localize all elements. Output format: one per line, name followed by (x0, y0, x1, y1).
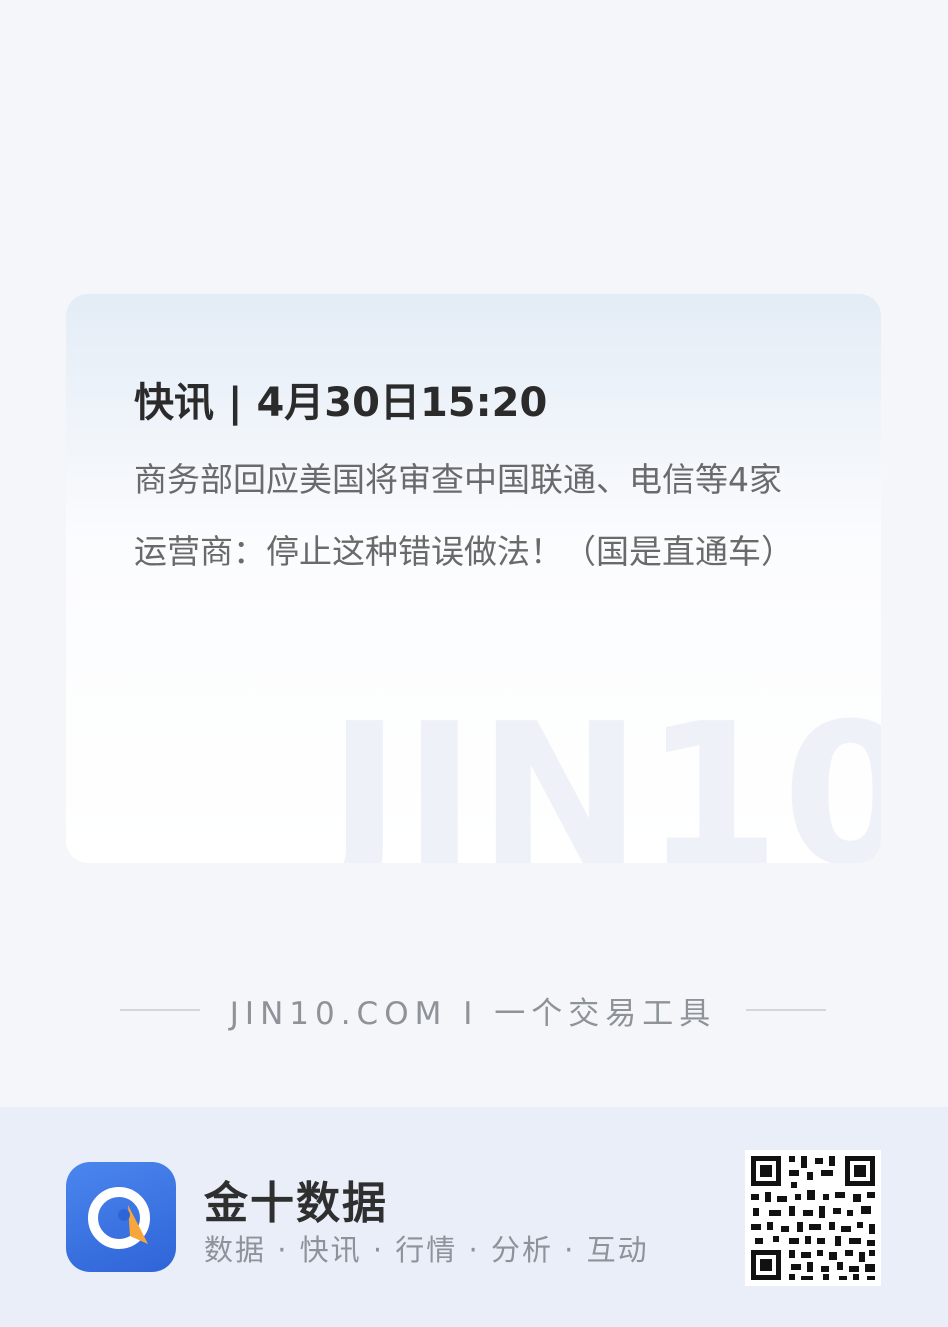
news-body: 商务部回应美国将审查中国联通、电信等4家运营商：停止这种错误做法！（国是直通车） (134, 460, 794, 571)
jin10-app-icon (66, 1162, 176, 1272)
divider-left (119, 1009, 200, 1011)
news-card: JIN10 快讯 | 4月30日15:20 商务部回应美国将审查中国联通、电信等… (66, 294, 881, 863)
divider-right (746, 1009, 827, 1011)
news-title: 快讯 | 4月30日15:20 (134, 380, 548, 426)
app-name: 金十数据 (204, 1178, 388, 1229)
site-tagline: JIN10.COM I 一个交易工具 (116, 990, 830, 1032)
qr-code-icon (745, 1150, 881, 1286)
watermark: JIN10 (328, 682, 881, 863)
footer: 金十数据 数据 · 快讯 · 行情 · 分析 · 互动 (0, 1107, 948, 1327)
tagline-text: JIN10.COM I 一个交易工具 (229, 995, 717, 1032)
app-slogan: 数据 · 快讯 · 行情 · 分析 · 互动 (204, 1233, 649, 1267)
